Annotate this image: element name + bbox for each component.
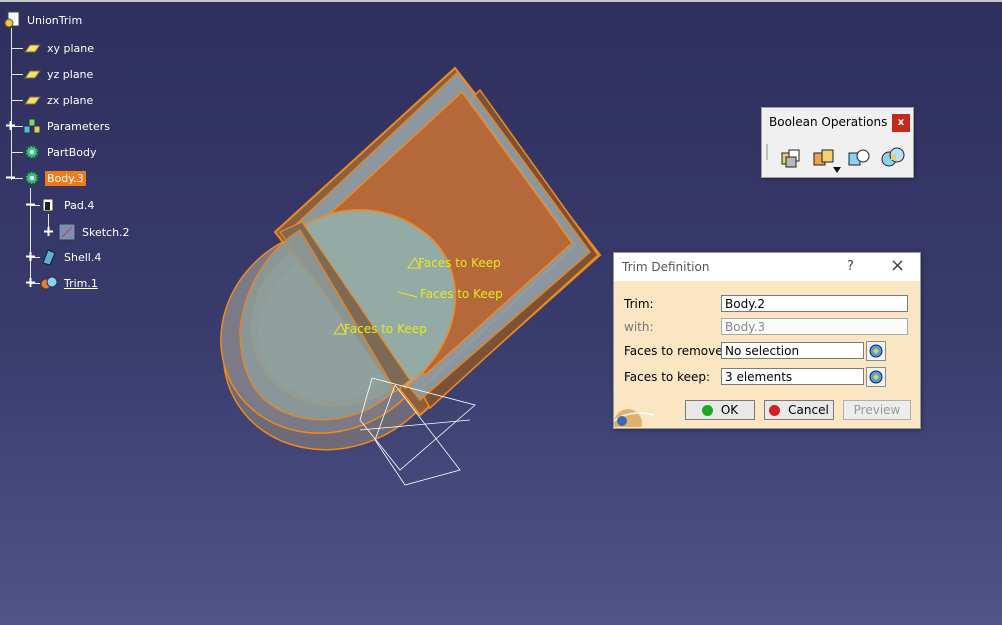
tree-item-label: Parameters [47, 119, 110, 133]
tree-item-trim1[interactable]: Trim.1 [40, 273, 100, 293]
expand-icon[interactable] [6, 121, 15, 130]
cancel-button[interactable]: Cancel [764, 400, 834, 420]
assemble-icon[interactable] [778, 145, 804, 171]
remove-icon[interactable] [846, 145, 872, 171]
plane-icon [24, 44, 41, 53]
close-button[interactable]: × [890, 256, 905, 276]
with-field: Body.3 [721, 318, 908, 335]
tree-root-label: UnionTrim [27, 13, 83, 27]
tree-item-label: xy plane [47, 41, 95, 55]
faces-to-keep-label: Faces to keep: [624, 370, 711, 384]
tree-item-label: zx plane [47, 93, 94, 107]
selection-list-icon [869, 344, 883, 358]
specification-tree: UnionTrim xy plane yz plane zx plane Par… [0, 0, 200, 300]
tree-branch-line [11, 100, 23, 101]
sketch-icon [58, 223, 76, 241]
trim-definition-dialog[interactable]: Trim Definition ? × Trim: Body.2 with: B… [613, 252, 921, 429]
tree-item-sketch2[interactable]: Sketch.2 [58, 222, 132, 242]
dialog-decoration-icon [614, 409, 655, 427]
faces-to-keep-label-1: Faces to Keep [418, 256, 501, 270]
trim-label: Trim: [624, 297, 654, 311]
tree-branch-line [11, 74, 23, 75]
with-label: with: [624, 320, 654, 334]
toolbar-grip[interactable] [766, 144, 768, 160]
parameters-icon [23, 118, 41, 134]
trim-field[interactable]: Body.2 [721, 295, 908, 312]
tree-item-zx-plane[interactable]: zx plane [23, 90, 95, 110]
dialog-titlebar[interactable]: Trim Definition ? × [614, 253, 920, 281]
tree-item-body3[interactable]: Body.3 [23, 168, 86, 188]
help-button[interactable]: ? [847, 259, 854, 274]
tree-branch-line [11, 48, 23, 49]
trim-icon [40, 276, 58, 290]
expand-icon[interactable] [26, 278, 35, 287]
toolbar-title: Boolean Operations [769, 115, 888, 129]
dialog-title: Trim Definition [622, 260, 710, 274]
faces-to-keep-picker[interactable] [866, 367, 886, 387]
body-gear-icon [24, 170, 40, 186]
tree-item-label: Sketch.2 [82, 225, 130, 239]
tree-item-pad4[interactable]: Pad.4 [40, 195, 96, 215]
pad-icon [42, 198, 54, 212]
plane-icon [24, 70, 41, 79]
tree-item-label: Shell.4 [64, 250, 102, 264]
cancel-label: Cancel [788, 403, 829, 417]
boolean-operations-toolbar[interactable]: Boolean Operations x [761, 107, 914, 178]
tree-trunk-line [11, 28, 12, 180]
cancel-led-icon [769, 404, 781, 416]
tree-item-partbody[interactable]: PartBody [23, 142, 98, 162]
faces-to-keep-field[interactable]: 3 elements [721, 368, 864, 385]
selection-list-icon [869, 370, 883, 384]
part-document-icon [4, 11, 20, 28]
tree-item-label: Pad.4 [64, 198, 95, 212]
tree-item-label: Trim.1 [64, 276, 98, 290]
tree-item-label: yz plane [47, 67, 94, 81]
collapse-icon[interactable] [6, 173, 15, 182]
body-gear-icon [24, 144, 40, 160]
preview-label: Preview [853, 403, 901, 417]
ok-label: OK [720, 403, 739, 417]
ok-button[interactable]: OK [685, 400, 755, 420]
tree-item-parameters[interactable]: Parameters [23, 116, 112, 136]
tree-branch-line [11, 152, 23, 153]
collapse-icon[interactable] [26, 200, 35, 209]
intersect-icon[interactable] [880, 145, 906, 171]
tree-item-xy-plane[interactable]: xy plane [23, 38, 96, 58]
faces-to-keep-label-3: Faces to Keep [344, 322, 427, 336]
tree-item-label: PartBody [47, 145, 97, 159]
tree-item-label-selected: Body.3 [45, 170, 86, 186]
plane-icon [24, 96, 41, 105]
ok-led-icon [701, 404, 713, 416]
faces-to-remove-field[interactable]: No selection [721, 342, 864, 359]
toolbar-close-button[interactable]: x [892, 114, 910, 132]
tree-item-shell4[interactable]: Shell.4 [40, 247, 103, 267]
expand-icon[interactable] [44, 227, 53, 236]
tree-item-yz-plane[interactable]: yz plane [23, 64, 95, 84]
expand-icon[interactable] [26, 252, 35, 261]
dropdown-arrow-icon[interactable] [832, 166, 842, 174]
tree-root[interactable]: UnionTrim [3, 10, 84, 30]
faces-to-remove-label: Faces to remove: [624, 344, 727, 358]
preview-button: Preview [843, 400, 911, 420]
shell-icon [42, 249, 56, 266]
faces-to-keep-label-2: Faces to Keep [420, 287, 503, 301]
faces-to-remove-picker[interactable] [866, 341, 886, 361]
